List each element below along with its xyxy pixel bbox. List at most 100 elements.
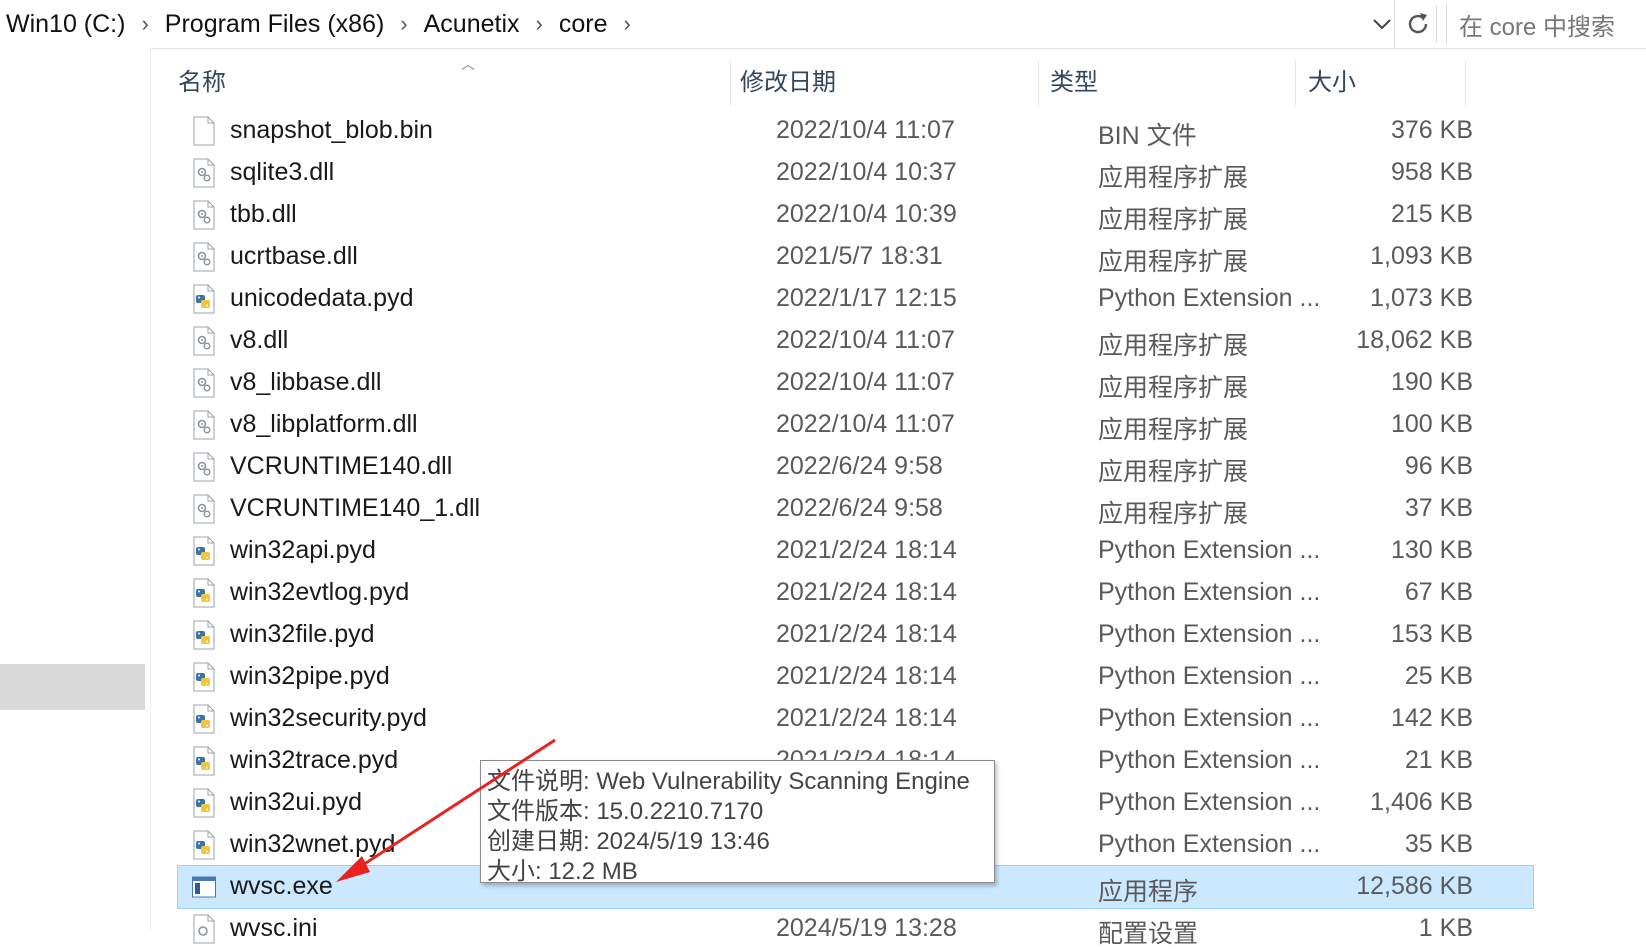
file-date: 2022/10/4 11:07 xyxy=(776,116,955,144)
file-type: 应用程序扩展 xyxy=(1098,416,1249,444)
nav-selected-item[interactable] xyxy=(0,664,145,710)
file-name: v8_libplatform.dll xyxy=(230,410,418,438)
file-type: 应用程序 xyxy=(1098,878,1199,906)
file-size: 1,093 KB xyxy=(1370,242,1473,270)
navigation-pane[interactable] xyxy=(0,48,151,932)
tooltip-size: 大小: 12.2 MB xyxy=(487,858,638,885)
file-type: 应用程序扩展 xyxy=(1098,500,1249,528)
file-type: Python Extension ... xyxy=(1098,746,1321,774)
file-type: 应用程序扩展 xyxy=(1098,164,1249,192)
file-name: v8.dll xyxy=(230,326,289,354)
file-type: 应用程序扩展 xyxy=(1098,332,1249,360)
file-row[interactable]: win32evtlog.pyd 2021/2/24 18:14 Python Ext… xyxy=(178,572,1533,614)
file-name: wvsc.ini xyxy=(230,914,318,942)
file-name: win32security.pyd xyxy=(230,704,427,732)
file-type: Python Extension ... xyxy=(1098,830,1321,858)
file-type: Python Extension ... xyxy=(1098,620,1321,648)
search-input[interactable]: 在 core 中搜索 xyxy=(1446,4,1646,44)
file-type: Python Extension ... xyxy=(1098,704,1321,732)
file-size: 1,073 KB xyxy=(1370,284,1473,312)
breadcrumb-acunetix[interactable]: Acunetix xyxy=(418,10,526,39)
file-size: 153 KB xyxy=(1390,620,1473,648)
address-bar: Win10 (C:) › Program Files (x86) › Acune… xyxy=(0,0,1646,49)
file-type: BIN 文件 xyxy=(1098,122,1197,150)
chevron-down-icon[interactable] xyxy=(1368,6,1396,42)
tooltip-version: 文件版本: 15.0.2210.7170 xyxy=(487,798,764,825)
file-name: win32wnet.pyd xyxy=(230,830,396,858)
file-date: 2021/2/24 18:14 xyxy=(776,536,957,564)
breadcrumb-drive[interactable]: Win10 (C:) xyxy=(0,10,131,39)
file-date: 2021/2/24 18:14 xyxy=(776,578,957,606)
column-divider[interactable] xyxy=(1038,60,1039,106)
file-row[interactable]: win32security.pyd 2021/2/24 18:14 Python E… xyxy=(178,698,1533,740)
file-size: 100 KB xyxy=(1390,410,1473,438)
file-row[interactable]: unicodedata.pyd 2022/1/17 12:15 Python Ext… xyxy=(178,278,1533,320)
file-row[interactable]: snapshot_blob.bin 2022/10/4 11:07 BIN 文件 37… xyxy=(178,110,1533,152)
file-date: 2021/2/24 18:14 xyxy=(776,662,957,690)
column-header-name[interactable]: 名称 xyxy=(178,62,226,97)
file-date: 2022/6/24 9:58 xyxy=(776,452,943,480)
chevron-right-icon[interactable]: › xyxy=(613,11,640,37)
file-type: 应用程序扩展 xyxy=(1098,206,1249,234)
file-name: win32api.pyd xyxy=(230,536,376,564)
file-name: win32ui.pyd xyxy=(230,788,363,816)
file-row[interactable]: win32file.pyd 2021/2/24 18:14 Python Exten… xyxy=(178,614,1533,656)
file-type: 配置设置 xyxy=(1098,920,1199,948)
file-size: 25 KB xyxy=(1404,662,1473,690)
file-size: 96 KB xyxy=(1404,452,1473,480)
breadcrumb: Win10 (C:) › Program Files (x86) › Acune… xyxy=(0,0,1395,48)
file-type: 应用程序扩展 xyxy=(1098,458,1249,486)
file-size: 142 KB xyxy=(1390,704,1473,732)
column-divider[interactable] xyxy=(1465,60,1466,106)
file-size: 35 KB xyxy=(1404,830,1473,858)
file-name: snapshot_blob.bin xyxy=(230,116,433,144)
breadcrumb-core[interactable]: core xyxy=(553,10,614,39)
file-row[interactable]: v8_libbase.dll 2022/10/4 11:07 应用程序扩展 190 K… xyxy=(178,362,1533,404)
file-type: 应用程序扩展 xyxy=(1098,374,1249,402)
file-row[interactable]: ucrtbase.dll 2021/5/7 18:31 应用程序扩展 1,093 KB xyxy=(178,236,1533,278)
sort-ascending-icon: ︿ xyxy=(461,56,475,72)
file-type: Python Extension ... xyxy=(1098,536,1321,564)
file-size: 67 KB xyxy=(1404,578,1473,606)
file-row[interactable]: v8_libplatform.dll 2022/10/4 11:07 应用程序扩展 1… xyxy=(178,404,1533,446)
file-name: ucrtbase.dll xyxy=(230,242,358,270)
column-header-date[interactable]: 修改日期 xyxy=(740,62,836,97)
tooltip-created: 创建日期: 2024/5/19 13:46 xyxy=(487,828,770,855)
file-date: 2021/5/7 18:31 xyxy=(776,242,943,270)
file-row[interactable]: v8.dll 2022/10/4 11:07 应用程序扩展 18,062 KB xyxy=(178,320,1533,362)
file-row[interactable]: wvsc.ini 2024/5/19 13:28 配置设置 1 KB xyxy=(178,908,1533,950)
file-name: win32pipe.pyd xyxy=(230,662,390,690)
file-date: 2022/10/4 10:37 xyxy=(776,158,957,186)
breadcrumb-program-files[interactable]: Program Files (x86) xyxy=(159,10,391,39)
file-name: VCRUNTIME140.dll xyxy=(230,452,453,480)
file-date: 2022/10/4 10:39 xyxy=(776,200,957,228)
refresh-icon[interactable] xyxy=(1400,6,1437,42)
file-type: Python Extension ... xyxy=(1098,284,1321,312)
file-size: 190 KB xyxy=(1390,368,1473,396)
file-row[interactable]: sqlite3.dll 2022/10/4 10:37 应用程序扩展 958 KB xyxy=(178,152,1533,194)
file-name: unicodedata.pyd xyxy=(230,284,414,312)
file-name: wvsc.exe xyxy=(230,872,333,900)
file-row[interactable]: VCRUNTIME140_1.dll 2022/6/24 9:58 应用程序扩展 37… xyxy=(178,488,1533,530)
tooltip-description: 文件说明: Web Vulnerability Scanning Engine xyxy=(487,768,970,795)
file-name: win32trace.pyd xyxy=(230,746,399,774)
column-divider[interactable] xyxy=(1295,60,1296,106)
file-size: 215 KB xyxy=(1390,200,1473,228)
file-row[interactable]: win32pipe.pyd 2021/2/24 18:14 Python Exten… xyxy=(178,656,1533,698)
file-row[interactable]: VCRUNTIME140.dll 2022/6/24 9:58 应用程序扩展 96 K… xyxy=(178,446,1533,488)
column-divider[interactable] xyxy=(730,60,731,106)
chevron-right-icon[interactable]: › xyxy=(390,11,417,37)
file-date: 2021/2/24 18:14 xyxy=(776,620,957,648)
chevron-right-icon[interactable]: › xyxy=(131,11,158,37)
file-size: 1,406 KB xyxy=(1370,788,1473,816)
file-name: win32file.pyd xyxy=(230,620,375,648)
file-type: Python Extension ... xyxy=(1098,578,1321,606)
column-header-type[interactable]: 类型 xyxy=(1050,62,1098,97)
file-row[interactable]: tbb.dll 2022/10/4 10:39 应用程序扩展 215 KB xyxy=(178,194,1533,236)
file-size: 1 KB xyxy=(1418,914,1473,942)
chevron-right-icon[interactable]: › xyxy=(526,11,553,37)
file-size: 18,062 KB xyxy=(1356,326,1473,354)
file-size: 12,586 KB xyxy=(1356,872,1473,900)
file-row[interactable]: win32api.pyd 2021/2/24 18:14 Python Extens… xyxy=(178,530,1533,572)
column-header-size[interactable]: 大小 xyxy=(1308,62,1356,97)
